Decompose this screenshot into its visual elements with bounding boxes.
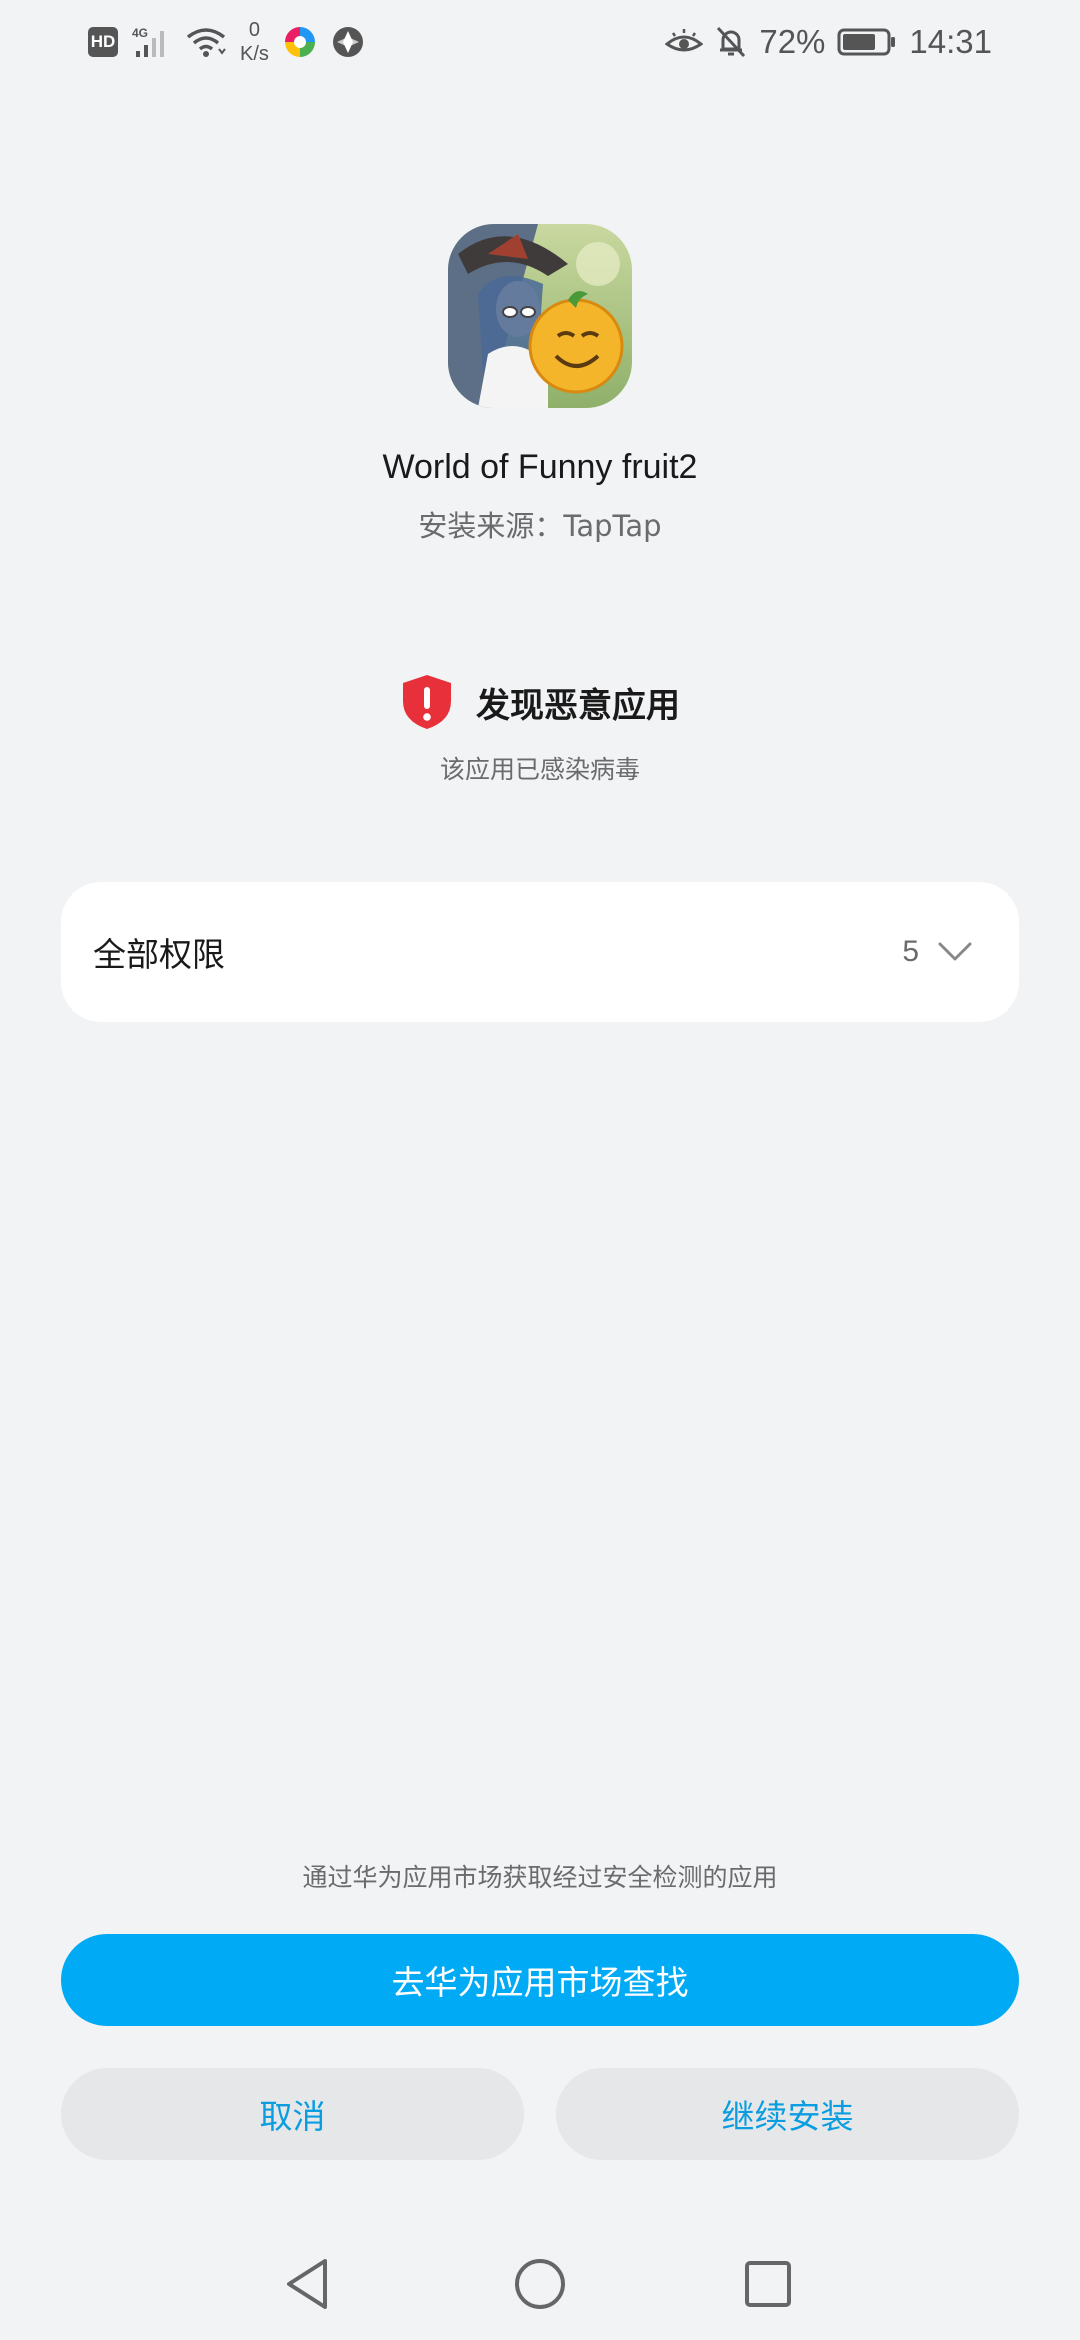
net-speed-unit: K/s [240,43,269,65]
network-type-label: 4G [132,26,148,40]
app-notification-icon [283,25,317,59]
permissions-count: 5 [902,935,919,968]
net-speed: 0 K/s [240,18,269,66]
warning-title: 发现恶意应用 [476,685,680,726]
clock: 14:31 [909,23,992,60]
wifi-icon [186,25,226,59]
signal-icon: 4G [132,25,172,59]
all-permissions-row[interactable]: 全部权限 5 [61,882,1019,1022]
app-name: World of Funny fruit2 [382,448,698,486]
eye-comfort-icon [665,27,704,57]
cancel-button[interactable]: 取消 [61,2068,524,2160]
shield-alert-icon [400,673,454,731]
continue-install-button[interactable]: 继续安装 [556,2068,1019,2160]
recents-icon[interactable] [738,2254,798,2314]
net-speed-value: 0 [248,19,261,41]
status-bar-left: HD 4G 0 K/s [88,0,365,84]
battery-icon [837,27,897,57]
home-icon[interactable] [510,2254,570,2314]
battery-percent: 72% [759,23,826,60]
status-bar: HD 4G 0 K/s 72% 14:31 [0,0,1080,84]
warning-subtitle: 该应用已感染病毒 [439,755,640,784]
install-source: 安装来源：TapTap [418,509,662,543]
malware-warning: 发现恶意应用 [0,670,1080,734]
hd-icon: HD [88,27,118,57]
market-hint: 通过华为应用市场获取经过安全检测的应用 [302,1863,778,1892]
app-icon [448,224,632,408]
navigation-bar [0,2228,1080,2340]
back-icon[interactable] [278,2254,338,2314]
chevron-down-icon [937,941,973,963]
bell-off-icon [715,25,747,59]
find-in-appgallery-button[interactable]: 去华为应用市场查找 [61,1934,1019,2026]
app-notification-icon [331,25,365,59]
status-bar-right: 72% 14:31 [665,0,992,84]
permissions-label: 全部权限 [93,935,225,974]
